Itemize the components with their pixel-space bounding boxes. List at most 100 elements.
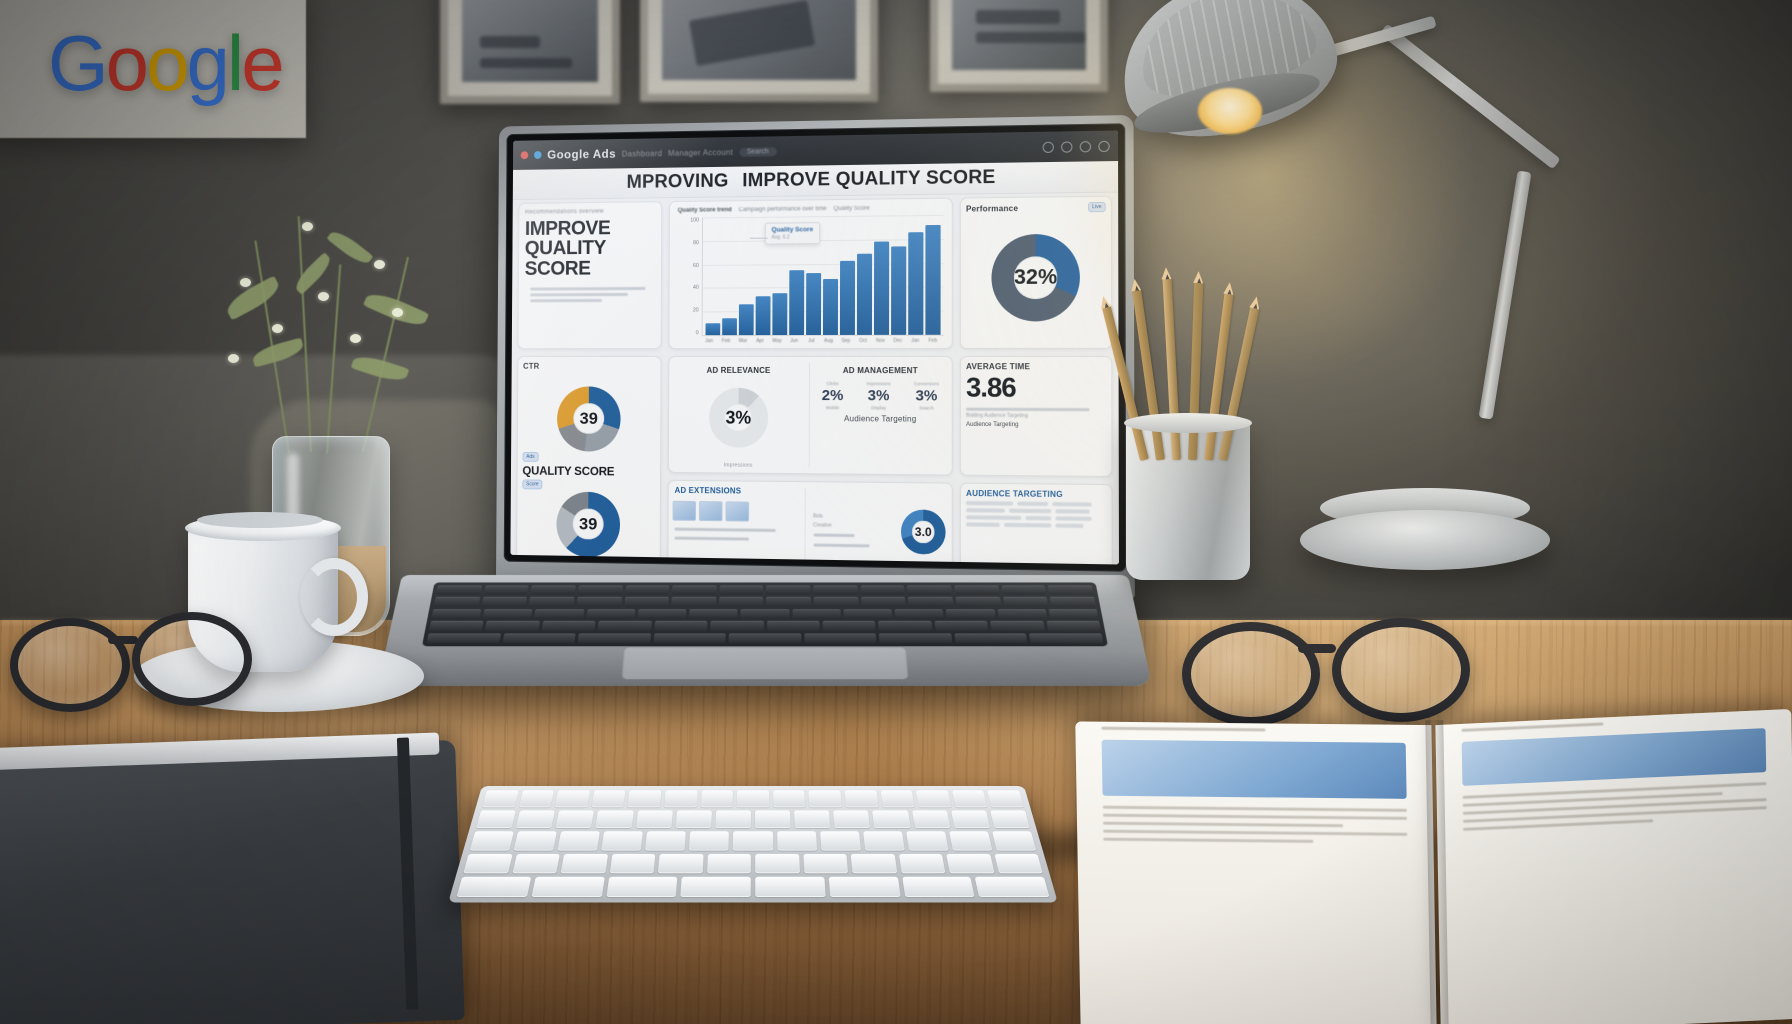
key[interactable] xyxy=(773,790,806,807)
window-close-icon[interactable] xyxy=(521,151,529,159)
key[interactable] xyxy=(861,597,906,607)
key[interactable] xyxy=(733,832,773,851)
key[interactable] xyxy=(664,790,697,807)
key[interactable] xyxy=(638,609,687,619)
thumbnail[interactable] xyxy=(725,501,749,521)
chart-bar[interactable] xyxy=(706,323,721,335)
chart-bar[interactable] xyxy=(722,319,737,336)
key[interactable] xyxy=(777,832,817,851)
chart-bar[interactable] xyxy=(806,273,821,335)
key[interactable] xyxy=(463,854,512,874)
key[interactable] xyxy=(624,597,669,607)
key[interactable] xyxy=(518,790,554,807)
key[interactable] xyxy=(1001,585,1046,594)
key[interactable] xyxy=(828,877,900,897)
key[interactable] xyxy=(653,633,726,643)
key[interactable] xyxy=(766,585,810,594)
key[interactable] xyxy=(654,621,707,631)
chart-bar[interactable] xyxy=(874,242,889,335)
key[interactable] xyxy=(990,811,1030,829)
key[interactable] xyxy=(658,854,703,874)
external-keyboard[interactable] xyxy=(448,786,1058,903)
key[interactable] xyxy=(671,597,716,607)
key[interactable] xyxy=(879,633,952,643)
key[interactable] xyxy=(755,811,791,829)
key[interactable] xyxy=(715,811,751,829)
quality-score-card[interactable]: CTR 39 Ads QUALITY SCORE Score 39 xyxy=(516,356,662,564)
key[interactable] xyxy=(956,597,1002,607)
chart-bar[interactable] xyxy=(739,304,754,335)
key[interactable] xyxy=(591,790,626,807)
key[interactable] xyxy=(609,854,655,874)
key[interactable] xyxy=(598,621,652,631)
key[interactable] xyxy=(531,877,604,897)
key[interactable] xyxy=(809,790,842,807)
key[interactable] xyxy=(872,811,910,829)
table-row[interactable] xyxy=(966,522,1106,528)
audience-targeting-card[interactable]: AUDIENCE TARGETING xyxy=(960,483,1113,565)
metrics-row-card[interactable]: AD RELEVANCE 3% Impressions AD MANAGEMEN… xyxy=(668,356,953,476)
browser-tab-ghost-2[interactable]: Manager Account xyxy=(668,147,733,157)
key[interactable] xyxy=(470,832,514,851)
key[interactable] xyxy=(902,877,975,897)
key[interactable] xyxy=(908,597,953,607)
chart-bar[interactable] xyxy=(772,294,787,336)
key[interactable] xyxy=(860,585,905,594)
key[interactable] xyxy=(645,832,686,851)
window-minimize-icon[interactable] xyxy=(534,151,542,159)
key[interactable] xyxy=(681,877,751,897)
key[interactable] xyxy=(625,585,670,594)
key[interactable] xyxy=(767,597,811,607)
key[interactable] xyxy=(628,790,662,807)
key[interactable] xyxy=(990,621,1044,631)
key[interactable] xyxy=(635,811,672,829)
chart-bar[interactable] xyxy=(925,224,940,334)
key[interactable] xyxy=(1048,585,1094,594)
chart-bar[interactable] xyxy=(840,261,855,335)
key[interactable] xyxy=(512,854,560,874)
key[interactable] xyxy=(912,811,951,829)
key[interactable] xyxy=(946,609,995,619)
key[interactable] xyxy=(992,832,1036,851)
key[interactable] xyxy=(767,621,820,631)
key[interactable] xyxy=(719,597,763,607)
browser-tab-title[interactable]: Google Ads xyxy=(547,147,616,162)
key[interactable] xyxy=(710,621,763,631)
key[interactable] xyxy=(514,832,557,851)
key[interactable] xyxy=(675,811,711,829)
key[interactable] xyxy=(558,832,601,851)
key[interactable] xyxy=(813,585,857,594)
key[interactable] xyxy=(456,877,531,897)
key[interactable] xyxy=(672,585,716,594)
key[interactable] xyxy=(975,877,1050,897)
key[interactable] xyxy=(576,597,621,607)
key[interactable] xyxy=(707,854,751,874)
table-row[interactable] xyxy=(966,508,1106,514)
chart-bar[interactable] xyxy=(823,279,838,335)
key[interactable] xyxy=(1048,609,1098,619)
key[interactable] xyxy=(951,811,990,829)
key[interactable] xyxy=(1029,633,1103,643)
key[interactable] xyxy=(952,790,988,807)
key[interactable] xyxy=(436,585,482,594)
key[interactable] xyxy=(820,832,861,851)
trackpad[interactable] xyxy=(622,646,909,679)
browser-tab-ghost-1[interactable]: Dashboard xyxy=(622,149,662,158)
key[interactable] xyxy=(949,832,992,851)
table-row[interactable] xyxy=(966,515,1106,521)
key[interactable] xyxy=(482,790,519,807)
key[interactable] xyxy=(804,633,877,643)
key[interactable] xyxy=(843,609,892,619)
key[interactable] xyxy=(596,811,634,829)
chart-bar[interactable] xyxy=(908,232,923,335)
key[interactable] xyxy=(542,621,596,631)
key[interactable] xyxy=(907,585,952,594)
chart-bar[interactable] xyxy=(891,246,906,335)
key[interactable] xyxy=(987,790,1024,807)
chart-bar[interactable] xyxy=(789,270,804,335)
key[interactable] xyxy=(946,854,994,874)
key[interactable] xyxy=(833,811,870,829)
key[interactable] xyxy=(755,877,825,897)
key[interactable] xyxy=(481,597,527,607)
hero-card[interactable]: Recommendations overview IMPROVE QUALITY… xyxy=(517,201,662,349)
